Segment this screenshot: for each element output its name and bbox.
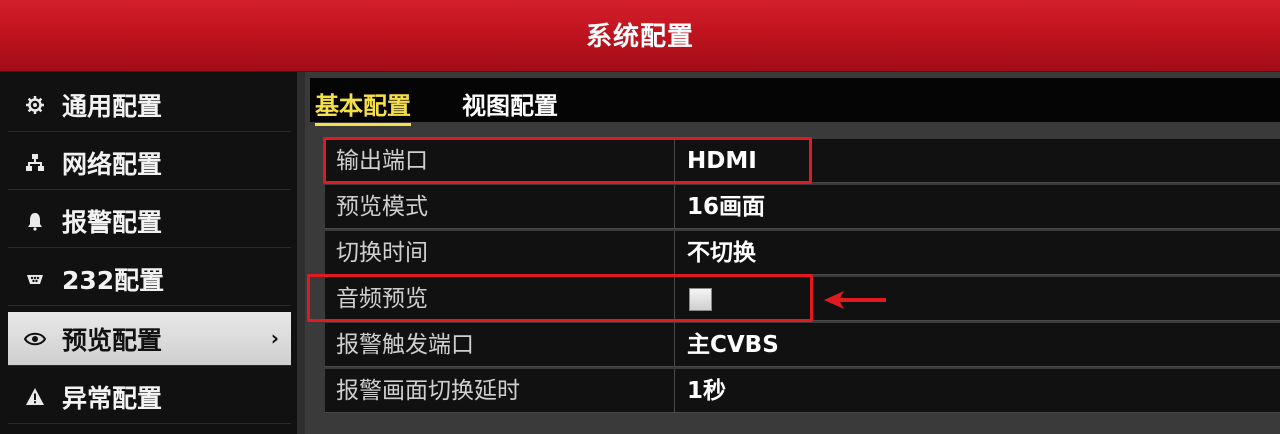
setting-label: 输出端口 [325,139,675,183]
settings-table: 输出端口 HDMI 预览模式 16画面 切换时间 不切换 音频预览 报警触发端口… [325,139,1280,413]
eye-icon [24,328,46,350]
setting-row-output-port: 输出端口 HDMI [325,139,1280,183]
sidebar-item-network[interactable]: 网络配置 [8,136,291,190]
setting-label: 报警触发端口 [325,323,675,367]
setting-row-preview-mode: 预览模式 16画面 [325,185,1280,229]
sidebar-item-label: 预览配置 [62,325,163,355]
sidebar-item-exception[interactable]: 异常配置 [8,370,291,424]
network-icon [24,152,46,174]
gear-icon [24,94,46,116]
sidebar-item-label: 232配置 [62,265,165,295]
setting-label: 切换时间 [325,231,675,275]
title-bar: 系统配置 [0,0,1280,72]
alarm-switch-delay-select[interactable]: 1秒 [687,369,726,413]
tab-bar: 基本配置 视图配置 [310,78,1280,126]
audio-preview-checkbox[interactable] [689,288,712,311]
setting-row-alarm-trigger-port: 报警触发端口 主CVBS [325,323,1280,367]
tab-view-config[interactable]: 视图配置 [462,86,558,121]
setting-label: 音频预览 [325,277,675,321]
sidebar-item-label: 通用配置 [62,91,163,121]
main-panel: 基本配置 视图配置 输出端口 HDMI 预览模式 16画面 切换时间 不切换 音… [305,72,1280,434]
setting-row-switch-time: 切换时间 不切换 [325,231,1280,275]
setting-label: 预览模式 [325,185,675,229]
sidebar-item-label: 异常配置 [62,383,163,413]
sidebar-item-preview[interactable]: 预览配置 › [8,312,291,366]
setting-row-audio-preview: 音频预览 [325,277,1280,321]
sidebar-item-general[interactable]: 通用配置 [8,78,291,132]
setting-label: 报警画面切换延时 [325,369,675,413]
alarm-bell-icon [24,210,46,232]
sidebar: 通用配置 网络配置 报警配置 232配置 预览配置 › 异常配置 [0,72,297,434]
setting-row-alarm-switch-delay: 报警画面切换延时 1秒 [325,369,1280,413]
sidebar-item-alarm[interactable]: 报警配置 [8,194,291,248]
chevron-right-icon: › [270,326,279,350]
window-title: 系统配置 [585,22,694,52]
serial-port-icon [24,268,46,290]
sidebar-item-label: 报警配置 [62,207,163,237]
preview-mode-select[interactable]: 16画面 [687,185,765,229]
alarm-trigger-port-select[interactable]: 主CVBS [687,323,779,367]
warning-icon [24,386,46,408]
switch-time-select[interactable]: 不切换 [687,231,756,275]
sidebar-item-232[interactable]: 232配置 [8,252,291,306]
output-port-select[interactable]: HDMI [687,139,757,183]
panel-divider [297,72,305,434]
sidebar-item-label: 网络配置 [62,149,163,179]
arrow-left-icon [824,291,886,309]
tab-basic-config[interactable]: 基本配置 [315,86,411,126]
